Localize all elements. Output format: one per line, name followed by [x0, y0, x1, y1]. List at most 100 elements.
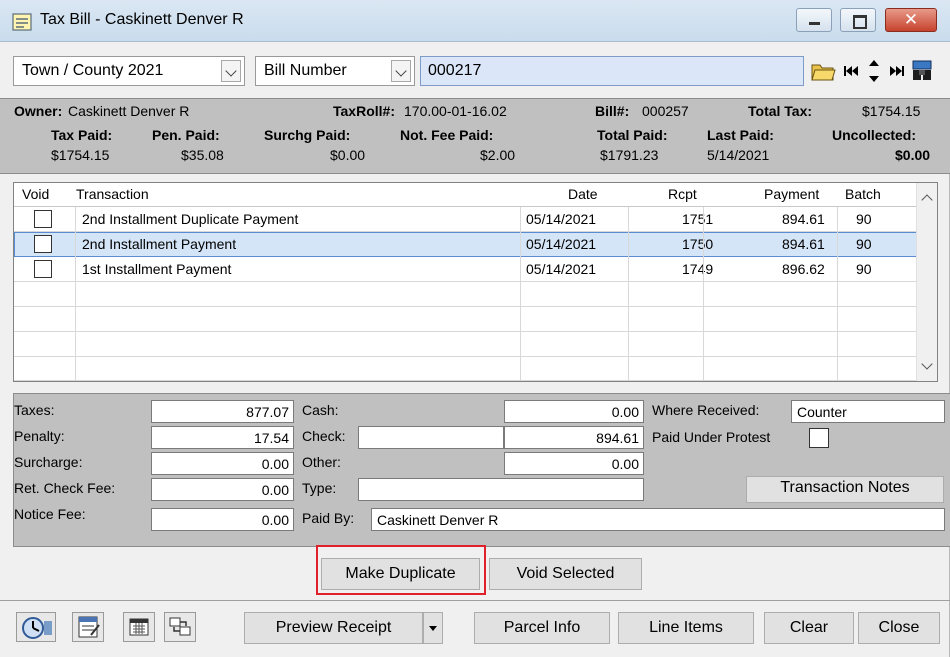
- scroll-down-icon[interactable]: [921, 358, 933, 370]
- payment-detail-panel: Taxes: 877.07 Penalty: 17.54 Surcharge: …: [13, 393, 950, 547]
- row-batch: 90: [856, 211, 872, 227]
- make-duplicate-label: Make Duplicate: [345, 565, 456, 582]
- bill-number-value: 000217: [428, 62, 482, 79]
- scroll-up-icon[interactable]: [921, 194, 933, 206]
- row-date: 05/14/2021: [526, 211, 597, 227]
- surchg-paid-value: $0.00: [330, 147, 366, 163]
- close-button[interactable]: Close: [858, 612, 940, 644]
- col-transaction[interactable]: Transaction: [76, 186, 149, 202]
- pen-paid-value: $35.08: [181, 147, 224, 163]
- cash-label: Cash:: [302, 402, 339, 418]
- void-checkbox[interactable]: [34, 260, 52, 278]
- void-selected-button[interactable]: Void Selected: [489, 558, 642, 590]
- paid-by-field[interactable]: Caskinett Denver R: [371, 508, 945, 531]
- tax-paid-value: $1754.15: [51, 147, 110, 163]
- col-payment[interactable]: Payment: [764, 186, 819, 202]
- where-received-field[interactable]: Counter: [791, 400, 945, 423]
- taxroll-value: 170.00-01-16.02: [404, 103, 507, 119]
- void-checkbox[interactable]: [34, 235, 52, 253]
- title-bar[interactable]: Tax Bill - Caskinett Denver R ✕: [0, 0, 950, 42]
- selector-row: Town / County 2021 Bill Number 000217: [0, 42, 950, 98]
- empty-row: [14, 307, 917, 332]
- schedule-clock-icon[interactable]: [16, 612, 56, 642]
- check-number-field[interactable]: [358, 426, 504, 449]
- parcel-info-button[interactable]: Parcel Info: [474, 612, 610, 644]
- type-label: Type:: [302, 480, 337, 496]
- col-rcpt[interactable]: Rcpt: [668, 186, 697, 202]
- chevron-down-icon[interactable]: [221, 60, 241, 82]
- maximize-button[interactable]: [840, 8, 876, 32]
- col-batch[interactable]: Batch: [845, 186, 881, 202]
- paid-under-protest-checkbox[interactable]: [809, 428, 829, 448]
- type-field[interactable]: [358, 478, 644, 501]
- cash-field[interactable]: 0.00: [504, 400, 644, 423]
- penalty-field[interactable]: 17.54: [151, 426, 294, 449]
- calendar-icon[interactable]: [123, 612, 155, 642]
- search-by-value: Bill Number: [264, 62, 347, 79]
- grid-scrollbar[interactable]: [916, 183, 937, 381]
- uncollected-value: $0.00: [895, 147, 931, 163]
- empty-row: [14, 332, 917, 357]
- edit-form-icon[interactable]: [72, 612, 104, 642]
- minimize-button[interactable]: [796, 8, 832, 32]
- total-tax-label: Total Tax:: [748, 103, 813, 119]
- up-down-icon[interactable]: [866, 58, 882, 84]
- transaction-notes-button[interactable]: Transaction Notes: [746, 476, 944, 503]
- form-icon: [12, 13, 32, 31]
- row-transaction: 2nd Installment Payment: [82, 236, 237, 252]
- surcharge-field[interactable]: 0.00: [151, 452, 294, 475]
- make-duplicate-button[interactable]: Make Duplicate: [321, 558, 480, 590]
- tax-bill-window: Tax Bill - Caskinett Denver R ✕ Town / C…: [0, 0, 950, 657]
- tax-roll-value: Town / County 2021: [22, 62, 164, 79]
- parcel-info-label: Parcel Info: [503, 619, 581, 636]
- taxes-field[interactable]: 877.07: [151, 400, 294, 423]
- ret-check-fee-field[interactable]: 0.00: [151, 478, 294, 501]
- paid-by-label: Paid By:: [302, 510, 355, 526]
- col-date[interactable]: Date: [568, 186, 598, 202]
- row-rcpt: 1749: [682, 261, 714, 277]
- close-window-button[interactable]: ✕: [885, 8, 937, 32]
- paid-under-protest-label: Paid Under Protest: [652, 429, 771, 445]
- open-folder-icon[interactable]: [810, 58, 836, 84]
- other-field[interactable]: 0.00: [504, 452, 644, 475]
- search-by-select[interactable]: Bill Number: [255, 56, 415, 86]
- first-record-icon[interactable]: [842, 58, 860, 84]
- col-void[interactable]: Void: [22, 186, 49, 202]
- tax-roll-select[interactable]: Town / County 2021: [13, 56, 245, 86]
- preview-receipt-button[interactable]: Preview Receipt: [244, 612, 423, 644]
- transfer-icon[interactable]: [164, 612, 196, 642]
- owner-value: Caskinett Denver R: [68, 103, 190, 119]
- taxroll-label: TaxRoll#:: [333, 103, 395, 119]
- total-tax-value: $1754.15: [862, 103, 921, 119]
- bill-number-input[interactable]: 000217: [420, 56, 804, 86]
- penalty-label: Penalty:: [14, 428, 65, 444]
- row-rcpt: 1751: [682, 211, 714, 227]
- surcharge-label: Surcharge:: [14, 454, 83, 470]
- column-divider: [628, 207, 629, 381]
- table-row[interactable]: 2nd Installment Duplicate Payment 05/14/…: [14, 207, 917, 232]
- table-row[interactable]: 1st Installment Payment 05/14/2021 1749 …: [14, 257, 917, 282]
- chevron-down-icon[interactable]: [391, 60, 411, 82]
- uncollected-label: Uncollected:: [832, 127, 917, 143]
- row-rcpt: 1750: [682, 236, 714, 252]
- transactions-grid[interactable]: Void Transaction Date Rcpt Payment Batch…: [13, 182, 938, 382]
- row-transaction: 1st Installment Payment: [82, 261, 232, 277]
- line-items-button[interactable]: Line Items: [618, 612, 754, 644]
- void-checkbox[interactable]: [34, 210, 52, 228]
- check-label: Check:: [302, 428, 346, 444]
- clear-button[interactable]: Clear: [764, 612, 854, 644]
- line-items-label: Line Items: [649, 619, 723, 636]
- notice-fee-field[interactable]: 0.00: [151, 508, 294, 531]
- tax-paid-label: Tax Paid:: [51, 127, 113, 143]
- close-icon: ✕: [903, 10, 919, 30]
- not-fee-paid-label: Not. Fee Paid:: [400, 127, 494, 143]
- preview-receipt-dropdown[interactable]: [423, 612, 443, 644]
- window-title: Tax Bill - Caskinett Denver R: [40, 11, 244, 28]
- column-divider: [703, 207, 704, 381]
- empty-row: [14, 357, 917, 381]
- last-record-icon[interactable]: [888, 58, 906, 84]
- find-binoculars-icon[interactable]: [910, 58, 936, 84]
- check-amount-field[interactable]: 894.61: [504, 426, 644, 449]
- table-row-selected[interactable]: 2nd Installment Payment 05/14/2021 1750 …: [14, 232, 917, 257]
- last-paid-value: 5/14/2021: [707, 147, 770, 163]
